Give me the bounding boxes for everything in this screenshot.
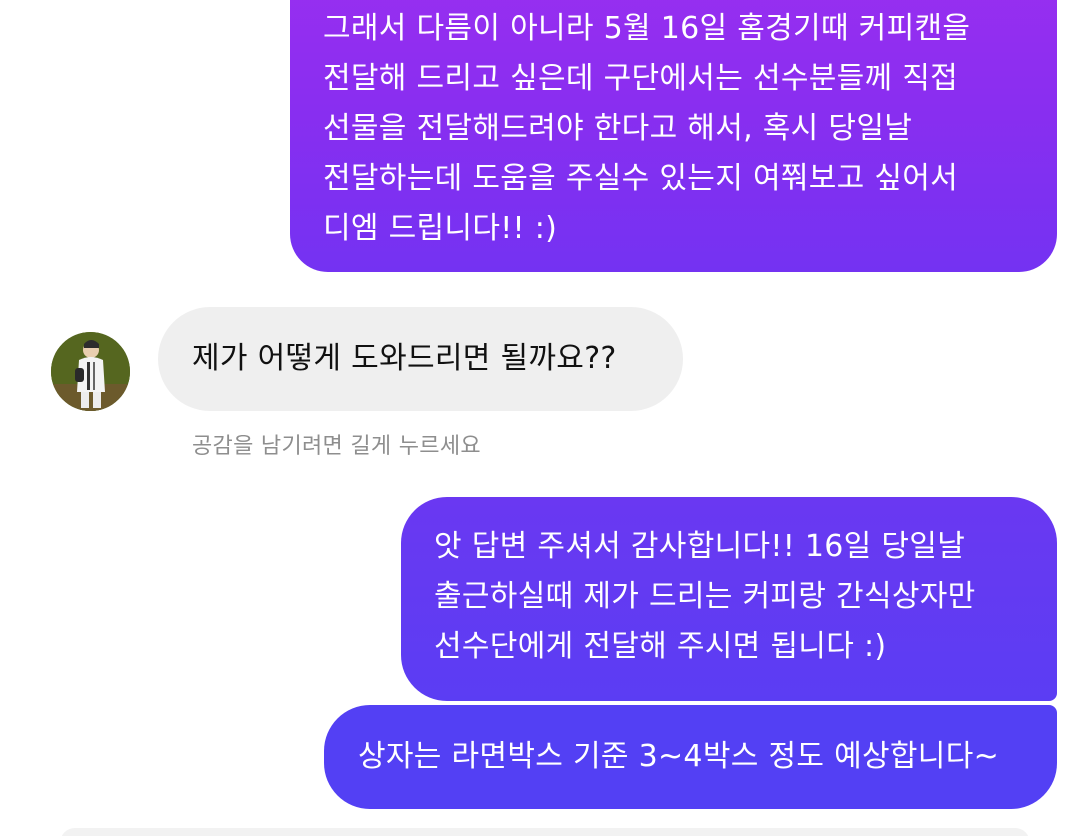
- message-line: 그래서 다름이 아니라 5월 16일 홈경기때 커피캔을: [323, 11, 971, 46]
- message-text: 상자는 라면박스 기준 3~4박스 정도 예상합니다~: [358, 739, 1000, 774]
- message-line: 전달하는데 도움을 주실수 있는지 여쭤보고 싶어서: [323, 161, 959, 196]
- sent-message-bubble[interactable]: 상자는 라면박스 기준 3~4박스 정도 예상합니다~: [324, 705, 1057, 809]
- chat-thread: 그래서 다름이 아니라 5월 16일 홈경기때 커피캔을 전달해 드리고 싶은데…: [0, 0, 1080, 836]
- message-line: 전달해 드리고 싶은데 구단에서는 선수분들께 직접: [323, 61, 959, 96]
- sent-message-bubble[interactable]: 앗 답변 주셔서 감사합니다!! 16일 당일날 출근하실때 제가 드리는 커피…: [401, 497, 1057, 701]
- message-text: 제가 어떻게 도와드리면 될까요??: [192, 341, 617, 376]
- received-message-bubble[interactable]: 제가 어떻게 도와드리면 될까요??: [158, 307, 683, 411]
- message-composer[interactable]: [60, 828, 1030, 836]
- message-line: 선물을 전달해드려야 한다고 해서, 혹시 당일날: [323, 111, 913, 146]
- contact-avatar[interactable]: [51, 332, 130, 411]
- avatar-photo-icon: [51, 332, 130, 411]
- message-line: 앗 답변 주셔서 감사합니다!! 16일 당일날: [434, 529, 966, 564]
- reaction-hint: 공감을 남기려면 길게 누르세요: [192, 434, 481, 459]
- message-line: 출근하실때 제가 드리는 커피랑 간식상자만: [434, 579, 976, 614]
- sent-message-bubble[interactable]: 그래서 다름이 아니라 5월 16일 홈경기때 커피캔을 전달해 드리고 싶은데…: [290, 0, 1057, 272]
- message-line: 선수단에게 전달해 주시면 됩니다 :): [434, 629, 887, 664]
- message-line: 디엠 드립니다!! :): [323, 211, 558, 246]
